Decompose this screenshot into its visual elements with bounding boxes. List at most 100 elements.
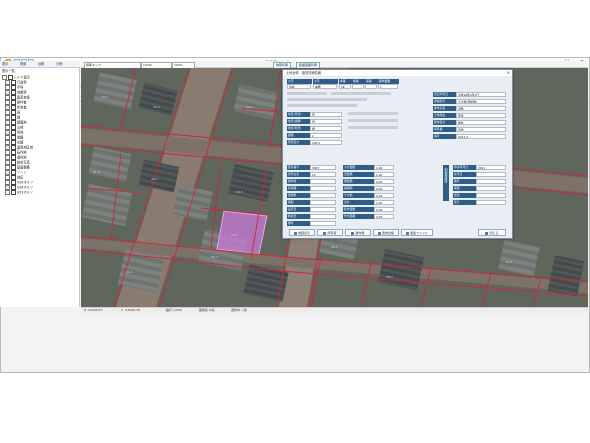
field-value[interactable]: [310, 193, 336, 198]
redacted-text: [287, 98, 367, 101]
panel-tab-legend[interactable]: 凡例: [56, 61, 62, 67]
field-value[interactable]: [310, 207, 336, 212]
field-label: 都市計画: [433, 106, 456, 111]
field-label: 地目(課税): [287, 119, 310, 124]
field-label: 小計面積: [343, 165, 374, 170]
expand-icon[interactable]: [5, 190, 10, 195]
field-label: その他: [343, 193, 374, 198]
svg-text:56-1: 56-1: [331, 245, 338, 249]
panel-tab-search[interactable]: 検索: [20, 61, 26, 67]
field-value[interactable]: 0.00: [374, 179, 394, 184]
header-value[interactable]: 08: [339, 84, 351, 89]
field-label: 区分: [453, 200, 476, 205]
header-value[interactable]: 1: [378, 84, 398, 89]
map-toolbar: 標準マップ 1/500 100% 地図印刷 範囲図面印刷: [81, 61, 588, 69]
header-value[interactable]: [365, 84, 377, 89]
header-value[interactable]: 宮崎: [287, 84, 311, 89]
redacted-text: [287, 92, 327, 95]
farmland-ledger-button[interactable]: 農地台帳: [373, 229, 399, 236]
header-label: 耕作面積: [378, 79, 399, 84]
field-value[interactable]: 0.00: [374, 186, 394, 191]
field-value[interactable]: 0013-4: [456, 134, 506, 139]
field-value[interactable]: 3003: [310, 165, 336, 170]
dialog-close-icon[interactable]: ✕: [507, 70, 510, 76]
status-crs: 座標系 Ⅸ系: [199, 308, 215, 312]
svg-text:50-7: 50-7: [211, 255, 218, 259]
field-value[interactable]: 1.00: [374, 200, 394, 205]
field-label: 終期日: [287, 214, 310, 219]
field-value[interactable]: [310, 179, 336, 184]
field-value[interactable]: [310, 221, 336, 226]
field-value[interactable]: 2021: [476, 165, 506, 170]
field-label: 備考: [287, 221, 310, 226]
svg-text:42-1: 42-1: [151, 177, 158, 181]
field-label: 地目(現況): [287, 126, 310, 131]
owner-button[interactable]: 所有者: [317, 229, 343, 236]
field-label: 面積: [287, 133, 310, 138]
svg-text:58-3: 58-3: [386, 275, 393, 279]
svg-text:33-1: 33-1: [101, 95, 108, 99]
panel-tab-display[interactable]: 表示: [2, 61, 8, 67]
field-value[interactable]: 0.00: [374, 207, 394, 212]
field-value[interactable]: 0.00: [374, 193, 394, 198]
svg-text:61-1: 61-1: [506, 260, 513, 264]
field-value[interactable]: 田: [310, 119, 342, 124]
field-value[interactable]: [476, 186, 506, 191]
panel-tab-ledger[interactable]: 台帳: [38, 61, 44, 67]
redacted-text: [348, 126, 398, 129]
field-label: 申請年月日: [453, 165, 476, 170]
status-scale: 縮尺 1/500: [166, 308, 182, 312]
field-value[interactable]: その他(農振無): [456, 99, 506, 104]
svg-text:41-3: 41-3: [93, 170, 100, 174]
field-value[interactable]: [476, 193, 506, 198]
header-label: 本番: [339, 79, 352, 84]
dialog-close-button[interactable]: 閉じる: [478, 229, 506, 236]
field-value[interactable]: [476, 200, 506, 205]
field-value[interactable]: 平成18年4月1日: [456, 92, 506, 97]
field-value[interactable]: [310, 186, 336, 191]
field-value[interactable]: 100%: [310, 140, 342, 145]
field-value[interactable]: [310, 214, 336, 219]
field-value[interactable]: 自作: [456, 127, 506, 132]
field-value[interactable]: 1.00: [374, 165, 394, 170]
related-files-button[interactable]: 関連ファイル: [401, 229, 433, 236]
field-value[interactable]: 1: [310, 133, 342, 138]
field-label: 農家番号: [287, 165, 310, 170]
layer-panel: 表示 検索 台帳 凡例 表示一覧 レイヤ表示 行政界 字界 地番界 農家台帳 耕作者 所有者…: [0, 61, 80, 307]
status-x: X: 12345.67: [84, 308, 103, 312]
cultivator-button[interactable]: 耕作者: [345, 229, 371, 236]
field-label: 更新: [453, 193, 476, 198]
field-value[interactable]: [476, 172, 506, 177]
field-value[interactable]: 0.00: [374, 214, 394, 219]
redacted-text: [348, 112, 398, 115]
field-value[interactable]: 1.00: [374, 172, 394, 177]
svg-text:34-2: 34-2: [153, 105, 160, 109]
map-display-button[interactable]: 地図表示: [289, 229, 315, 236]
selected-parcel[interactable]: [216, 210, 268, 255]
field-value[interactable]: 畑: [310, 126, 342, 131]
field-value[interactable]: 田: [310, 112, 342, 117]
field-label: 番号: [433, 134, 456, 139]
field-value[interactable]: [310, 200, 336, 205]
svg-text:13-4: 13-4: [231, 233, 238, 237]
field-label: 耕作区分: [433, 120, 456, 125]
button-icon: [293, 231, 297, 235]
svg-text:51-2: 51-2: [126, 270, 133, 274]
vertical-tab[interactable]: 利用権設定: [443, 165, 449, 201]
field-label: 許可日: [453, 172, 476, 177]
field-label: 所有権: [433, 127, 456, 132]
field-value[interactable]: 10: [310, 172, 336, 177]
field-value[interactable]: [476, 179, 506, 184]
field-value[interactable]: 農業: [456, 113, 506, 118]
redacted-text: [331, 92, 391, 95]
field-value[interactable]: 耕作: [456, 120, 506, 125]
tree-header: 表示一覧: [2, 69, 15, 73]
field-label: 期間: [287, 200, 310, 205]
svg-text:29-4: 29-4: [246, 105, 253, 109]
layer-checkbox[interactable]: [11, 190, 16, 195]
field-value[interactable]: 調整: [456, 106, 506, 111]
redacted-text: [287, 104, 357, 107]
header-value[interactable]: 本郷: [313, 84, 337, 89]
header-value[interactable]: [352, 84, 364, 89]
layer-tree-item[interactable]: H23オルソ: [5, 190, 33, 195]
